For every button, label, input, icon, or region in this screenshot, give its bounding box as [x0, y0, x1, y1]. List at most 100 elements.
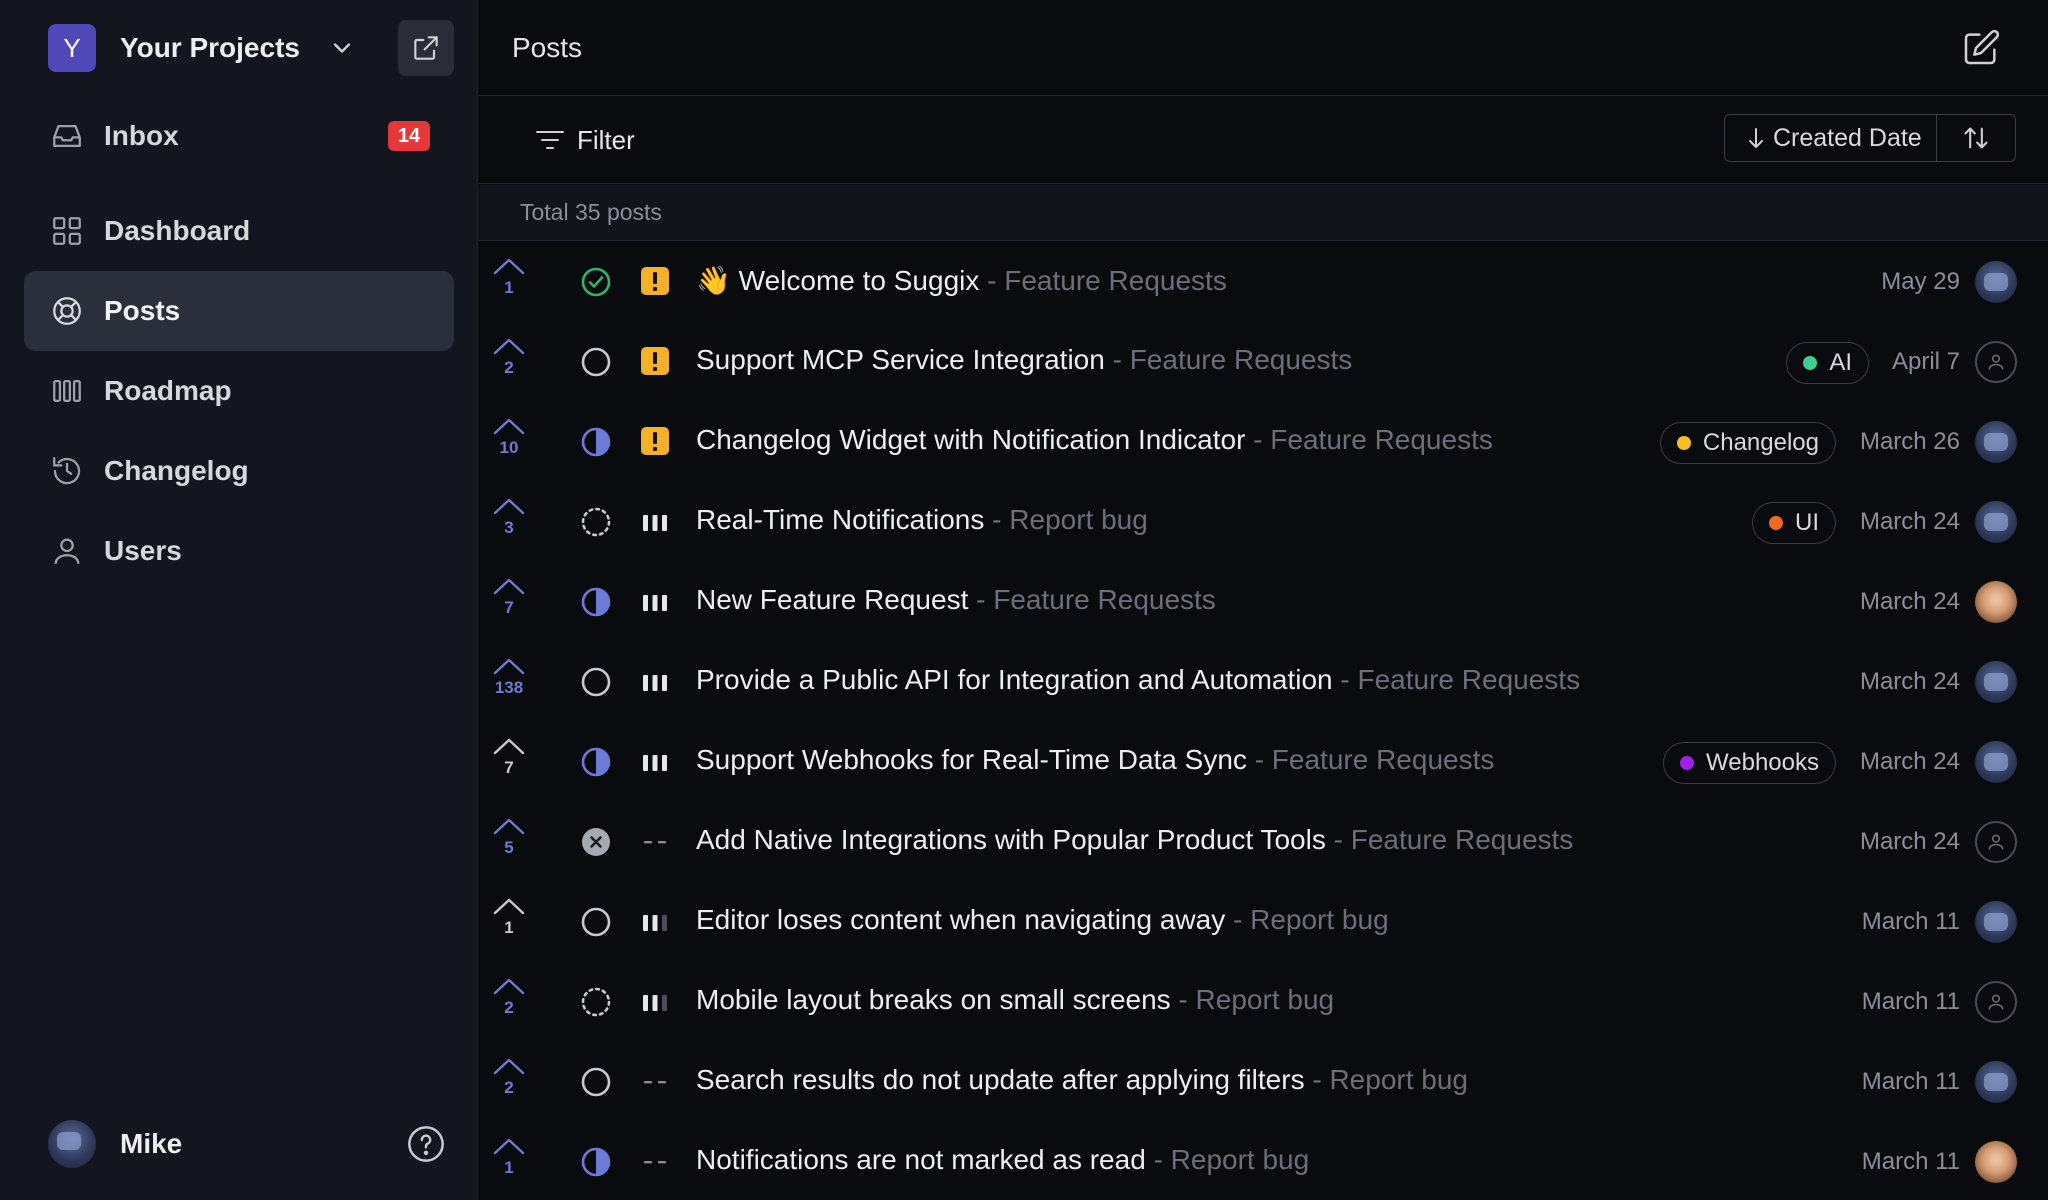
chevron-down-icon[interactable]: [328, 34, 356, 62]
upvote-button[interactable]: 2: [491, 976, 527, 1028]
assignee-avatar[interactable]: [1975, 261, 2017, 303]
workspace-switcher[interactable]: Y Your Projects: [48, 20, 468, 76]
assignee-avatar[interactable]: [1975, 581, 2017, 623]
status-open-icon[interactable]: [580, 906, 612, 938]
roadmap-icon: [53, 379, 81, 403]
priority-medium-icon[interactable]: [640, 906, 670, 936]
priority-urgent-icon[interactable]: [640, 266, 670, 296]
post-title-line[interactable]: Changelog Widget with Notification Indic…: [696, 424, 1493, 456]
status-planned-icon[interactable]: [580, 986, 612, 1018]
sidebar-item-inbox[interactable]: Inbox 14: [24, 96, 454, 176]
tag-badge[interactable]: AI: [1786, 342, 1869, 384]
post-title-line[interactable]: New Feature Request - Feature Requests: [696, 584, 1216, 616]
status-done-icon[interactable]: [580, 266, 612, 298]
post-row[interactable]: 1 👋 Welcome to Suggix - Feature Requests M…: [479, 242, 2048, 322]
upvote-button[interactable]: 1: [491, 256, 527, 308]
post-title: Add Native Integrations with Popular Pro…: [696, 824, 1326, 855]
sidebar-item-posts[interactable]: Posts: [24, 271, 454, 351]
upvote-button[interactable]: 7: [491, 736, 527, 788]
priority-urgent-icon[interactable]: [640, 346, 670, 376]
assignee-avatar[interactable]: [1975, 421, 2017, 463]
upvote-button[interactable]: 3: [491, 496, 527, 548]
post-title-line[interactable]: Editor loses content when navigating awa…: [696, 904, 1389, 936]
current-user[interactable]: Mike: [48, 1120, 448, 1168]
post-row[interactable]: 2 Mobile layout breaks on small screens -…: [479, 962, 2048, 1042]
priority-high-icon[interactable]: [640, 666, 670, 696]
status-in-progress-icon[interactable]: [580, 426, 612, 458]
priority-medium-icon[interactable]: [640, 986, 670, 1016]
status-in-progress-icon[interactable]: [580, 586, 612, 618]
tag-label: AI: [1829, 349, 1852, 376]
post-title-line[interactable]: Provide a Public API for Integration and…: [696, 664, 1580, 696]
post-row[interactable]: 2 Search results do not update after appl…: [479, 1042, 2048, 1122]
assignee-avatar[interactable]: [1975, 901, 2017, 943]
post-title-line[interactable]: Search results do not update after apply…: [696, 1064, 1468, 1096]
priority-high-icon[interactable]: [640, 746, 670, 776]
post-title-line[interactable]: Support MCP Service Integration - Featur…: [696, 344, 1352, 376]
upvote-button[interactable]: 138: [491, 656, 527, 708]
unassigned-avatar-icon[interactable]: [1975, 341, 2017, 383]
tag-badge[interactable]: Changelog: [1659, 422, 1836, 464]
post-row[interactable]: 3 Real-Time Notifications - Report bug UI M…: [479, 482, 2048, 562]
sidebar-item-users[interactable]: Users: [24, 511, 454, 591]
post-title-line[interactable]: Support Webhooks for Real-Time Data Sync…: [696, 744, 1494, 776]
help-icon[interactable]: [406, 1124, 446, 1164]
upvote-button[interactable]: 1: [491, 1136, 527, 1188]
sort-direction-button[interactable]: [1937, 115, 2015, 161]
assignee-avatar[interactable]: [1975, 661, 2017, 703]
assignee-avatar[interactable]: [1975, 741, 2017, 783]
priority-high-icon[interactable]: [640, 506, 670, 536]
assignee-avatar[interactable]: [1975, 1061, 2017, 1103]
upvote-button[interactable]: 7: [491, 576, 527, 628]
unassigned-avatar-icon[interactable]: [1975, 981, 2017, 1023]
status-open-icon[interactable]: [580, 346, 612, 378]
status-in-progress-icon[interactable]: [580, 746, 612, 778]
sidebar-item-roadmap[interactable]: Roadmap: [24, 351, 454, 431]
status-open-icon[interactable]: [580, 666, 612, 698]
status-in-progress-icon[interactable]: [580, 1146, 612, 1178]
vote-count: 2: [504, 358, 514, 377]
priority-none-icon[interactable]: [640, 1146, 670, 1176]
sidebar: Y Your Projects Inbox 14 Dashboard Posts…: [0, 0, 478, 1200]
status-planned-icon[interactable]: [580, 506, 612, 538]
post-row[interactable]: 10 Changelog Widget with Notification Ind…: [479, 402, 2048, 482]
post-row[interactable]: 7 New Feature Request - Feature Requests M…: [479, 562, 2048, 642]
post-date: April 7: [1891, 348, 1960, 375]
status-open-icon[interactable]: [580, 1066, 612, 1098]
post-title-line[interactable]: Mobile layout breaks on small screens - …: [696, 984, 1334, 1016]
priority-none-icon[interactable]: [640, 826, 670, 856]
arrow-down-icon: [1749, 128, 1763, 148]
sidebar-item-dashboard[interactable]: Dashboard: [24, 191, 454, 271]
sidebar-item-changelog[interactable]: Changelog: [24, 431, 454, 511]
post-title-line[interactable]: Real-Time Notifications - Report bug: [696, 504, 1148, 536]
unassigned-avatar-icon[interactable]: [1975, 821, 2017, 863]
upvote-button[interactable]: 2: [491, 1056, 527, 1108]
status-closed-icon[interactable]: [580, 826, 612, 858]
upvote-button[interactable]: 2: [491, 336, 527, 388]
compose-icon[interactable]: [1961, 28, 2001, 68]
priority-high-icon[interactable]: [640, 586, 670, 616]
post-row[interactable]: 1 Notifications are not marked as read - …: [479, 1122, 2048, 1200]
assignee-avatar[interactable]: [1975, 501, 2017, 543]
filter-button[interactable]: Filter: [535, 122, 635, 158]
open-external-button[interactable]: [398, 20, 454, 76]
post-title-line[interactable]: 👋 Welcome to Suggix - Feature Requests: [696, 264, 1227, 297]
upvote-button[interactable]: 1: [491, 896, 527, 948]
post-row[interactable]: 1 Editor loses content when navigating aw…: [479, 882, 2048, 962]
priority-none-icon[interactable]: [640, 1066, 670, 1096]
post-date: March 24: [1859, 748, 1960, 775]
post-title-line[interactable]: Notifications are not marked as read - R…: [696, 1144, 1309, 1176]
tag-badge[interactable]: UI: [1752, 502, 1836, 544]
post-row[interactable]: 138 Provide a Public API for Integration …: [479, 642, 2048, 722]
priority-urgent-icon[interactable]: [640, 426, 670, 456]
upvote-button[interactable]: 10: [491, 416, 527, 468]
post-title-line[interactable]: Add Native Integrations with Popular Pro…: [696, 824, 1573, 856]
post-row[interactable]: 2 Support MCP Service Integration - Featu…: [479, 322, 2048, 402]
post-date: March 24: [1859, 588, 1960, 615]
upvote-button[interactable]: 5: [491, 816, 527, 868]
tag-badge[interactable]: Webhooks: [1663, 742, 1836, 784]
sort-field-button[interactable]: Created Date: [1725, 115, 1937, 161]
post-row[interactable]: 7 Support Webhooks for Real-Time Data Syn…: [479, 722, 2048, 802]
assignee-avatar[interactable]: [1975, 1141, 2017, 1183]
post-row[interactable]: 5 Add Native Integrations with Popular Pr…: [479, 802, 2048, 882]
